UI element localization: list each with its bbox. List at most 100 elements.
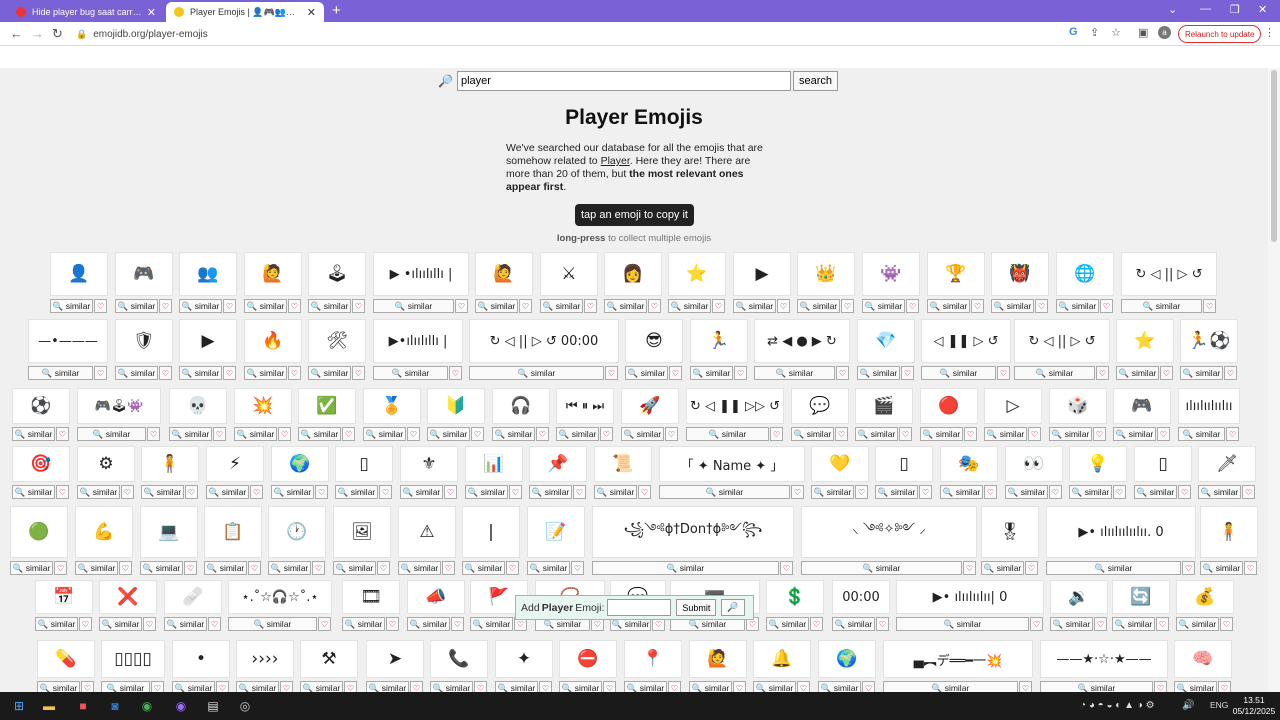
emoji-cell[interactable]: ↻ ◁ ❚❚ ▷▷ ↺ 🔍 similar ♡ [686,388,784,442]
emoji-tile[interactable]: 🚀 [621,388,679,424]
emoji-tile[interactable]: ⸜ ༺✧༻ ⸝ [801,506,977,558]
emoji-tile[interactable]: 👹 [991,252,1049,296]
emoji-cell[interactable]: 🎮🕹👾 🔍 similar ♡ [77,388,161,442]
emoji-cell[interactable]: 🔄 🔍 similar ♡ [1112,580,1170,632]
emoji-tile[interactable]: ▶ •ılıılıllı | [373,252,469,296]
emoji-cell[interactable]: ⏮ ⏸ ⏭ 🔍 similar ♡ [556,388,614,442]
emoji-cell[interactable]: | 🔍 similar ♡ [462,506,520,576]
emoji-cell[interactable]: ▶• ılıılıılıı| 0 🔍 similar ♡ [896,580,1044,632]
similar-button[interactable]: 🔍 similar [883,681,1018,692]
tab-hide-player-bug[interactable]: Hide player bug saat carry orang ✕ [8,2,164,22]
emoji-tile[interactable]: 🩹 [164,580,222,614]
emoji-cell[interactable]: ▄︻デ══━一💥 🔍 similar ♡ [883,640,1033,692]
page-scrollbar[interactable] [1268,68,1280,692]
emoji-tile[interactable]: 🌍 [271,446,329,482]
favorite-heart-icon[interactable]: ♡ [836,366,849,380]
similar-button[interactable]: 🔍 similar [1005,485,1048,499]
similar-button[interactable]: 🔍 similar [268,561,311,575]
favorite-heart-icon[interactable]: ♡ [143,617,156,631]
favorite-heart-icon[interactable]: ♡ [1096,366,1109,380]
favorite-heart-icon[interactable]: ♡ [312,561,325,575]
favorite-heart-icon[interactable]: ♡ [1220,617,1233,631]
favorite-heart-icon[interactable]: ♡ [665,427,678,441]
favorite-heart-icon[interactable]: ♡ [770,427,783,441]
similar-button[interactable]: 🔍 similar [101,681,150,692]
favorite-heart-icon[interactable]: ♡ [780,561,793,575]
emoji-tile[interactable]: 🔴 [920,388,978,424]
chrome-icon[interactable]: ◉ [138,697,156,715]
emoji-tile[interactable]: 📊 [465,446,523,482]
emoji-cell[interactable]: 🎞 🔍 similar ♡ [342,580,400,632]
favorite-heart-icon[interactable]: ♡ [318,617,331,631]
emoji-cell[interactable]: 👩 🔍 similar ♡ [604,252,662,314]
emoji-tile[interactable]: ▯ [1134,446,1192,482]
emoji-cell[interactable]: ꧁༺ɸ†Don†ɸ༻꧂ 🔍 similar ♡ [592,506,794,576]
favorite-heart-icon[interactable]: ♡ [536,427,549,441]
emoji-cell[interactable]: 🙋 🔍 similar ♡ [689,640,747,692]
emoji-cell[interactable]: ⚡ 🔍 similar ♡ [206,446,264,500]
emoji-cell[interactable]: 📜 🔍 similar ♡ [594,446,652,500]
emoji-tile[interactable]: 💎 [857,319,915,363]
emoji-tile[interactable]: ↻ ◁ || ▷ ↺ 00:00 [469,319,619,363]
favorite-heart-icon[interactable]: ♡ [1028,427,1041,441]
close-tab-icon[interactable]: ✕ [147,6,156,19]
emoji-cell[interactable]: 🎲 🔍 similar ♡ [1049,388,1107,442]
similar-button[interactable]: 🔍 similar [1050,617,1093,631]
emoji-tile[interactable]: 🕐 [268,506,326,558]
emoji-cell[interactable]: ▶•ılıılıllı | 🔍 similar ♡ [373,319,463,381]
similar-button[interactable]: 🔍 similar [920,427,963,441]
similar-button[interactable]: 🔍 similar [1014,366,1095,380]
windows-start-icon[interactable]: ⊞ [10,697,28,715]
similar-button[interactable]: 🔍 similar [335,485,378,499]
similar-button[interactable]: 🔍 similar [141,485,184,499]
emoji-cell[interactable]: 🔉 🔍 similar ♡ [1050,580,1108,632]
emoji-cell[interactable]: 🏃⚽ 🔍 similar ♡ [1180,319,1238,381]
favorite-heart-icon[interactable]: ♡ [342,427,355,441]
similar-button[interactable]: 🔍 similar [244,299,287,313]
emoji-cell[interactable]: ✦ 🔍 similar ♡ [495,640,553,692]
similar-button[interactable]: 🔍 similar [857,366,900,380]
app-circle-icon[interactable]: ◎ [236,697,254,715]
similar-button[interactable]: 🔍 similar [797,299,840,313]
favorite-heart-icon[interactable]: ♡ [810,617,823,631]
favorite-heart-icon[interactable]: ♡ [280,681,293,692]
favorite-heart-icon[interactable]: ♡ [571,561,584,575]
similar-button[interactable]: 🔍 similar [733,299,776,313]
favorite-heart-icon[interactable]: ♡ [997,366,1010,380]
emoji-cell[interactable]: 💻 🔍 similar ♡ [140,506,198,576]
favorite-heart-icon[interactable]: ♡ [455,299,468,313]
favorite-heart-icon[interactable]: ♡ [506,561,519,575]
emoji-cell[interactable]: 💛 🔍 similar ♡ [811,446,869,500]
emoji-tile[interactable]: 👀 [1005,446,1063,482]
emoji-tile[interactable]: 🔄 [1112,580,1170,614]
favorite-heart-icon[interactable]: ♡ [841,299,854,313]
similar-button[interactable]: 🔍 similar [875,485,918,499]
emoji-tile[interactable]: 📞 [430,640,488,678]
similar-button[interactable]: 🔍 similar [1049,427,1092,441]
emoji-cell[interactable]: 👥 🔍 similar ♡ [179,252,237,314]
search-button[interactable]: search [792,71,838,91]
favorite-heart-icon[interactable]: ♡ [1113,485,1126,499]
emoji-cell[interactable]: ▯ 🔍 similar ♡ [875,446,933,500]
emoji-cell[interactable]: 🌍 🔍 similar ♡ [271,446,329,500]
emoji-tile[interactable]: 👩 [604,252,662,296]
similar-button[interactable]: 🔍 similar [462,561,505,575]
favorite-heart-icon[interactable]: ♡ [734,366,747,380]
emoji-cell[interactable]: 💲 🔍 similar ♡ [766,580,824,632]
favorite-heart-icon[interactable]: ♡ [668,681,681,692]
favorite-heart-icon[interactable]: ♡ [159,299,172,313]
emoji-tile[interactable]: ▯ [875,446,933,482]
favorite-heart-icon[interactable]: ♡ [451,617,464,631]
emoji-tile[interactable]: 🎞 [342,580,400,614]
emoji-cell[interactable]: ▶ •ılıılıllı | 🔍 similar ♡ [373,252,469,314]
emoji-cell[interactable]: ——★·☆·★—— 🔍 similar ♡ [1040,640,1168,692]
emoji-tile[interactable]: ⭐ [668,252,726,296]
emoji-tile[interactable]: 💡 [1069,446,1127,482]
similar-button[interactable]: 🔍 similar [427,427,470,441]
favorite-heart-icon[interactable]: ♡ [213,427,226,441]
outlook-icon[interactable]: ◙ [106,697,124,715]
favorite-heart-icon[interactable]: ♡ [712,299,725,313]
similar-button[interactable]: 🔍 similar [300,681,343,692]
favorite-heart-icon[interactable]: ♡ [797,681,810,692]
close-tab-icon[interactable]: ✕ [307,6,316,19]
